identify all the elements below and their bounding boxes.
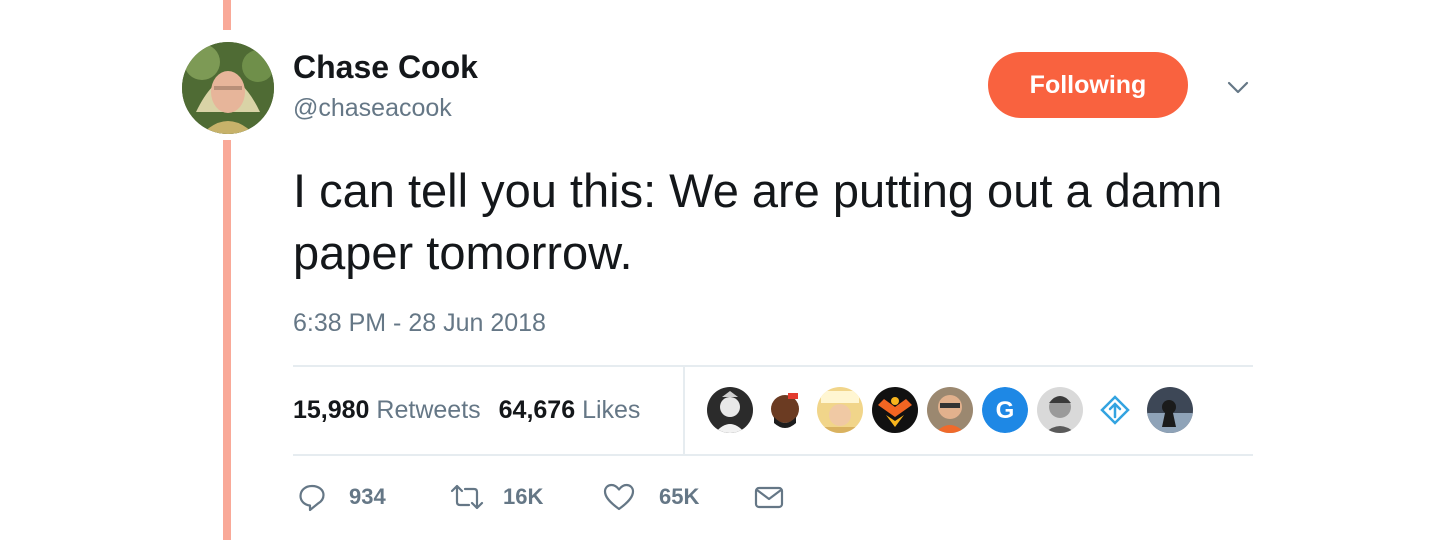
tweet-timestamp[interactable]: 6:38 PM - 28 Jun 2018 [293, 306, 546, 340]
retweet-icon [450, 484, 484, 510]
liker-avatar-4[interactable] [872, 387, 918, 433]
liker-avatar-8[interactable] [1092, 387, 1138, 433]
retweets-count: 15,980 [293, 396, 370, 424]
retweets-stat[interactable]: 15,980 Retweets [293, 392, 481, 428]
retweet-action[interactable]: 16K [449, 482, 543, 512]
liker-avatar-3[interactable] [817, 387, 863, 433]
divider-bottom [293, 454, 1253, 456]
svg-text:G: G [996, 397, 1015, 424]
avatar[interactable] [182, 42, 274, 134]
likes-stat[interactable]: 64,676 Likes [499, 392, 641, 428]
liker-avatar-7[interactable] [1037, 387, 1083, 433]
chevron-down-icon[interactable] [1224, 76, 1252, 100]
reply-icon [299, 484, 325, 512]
liker-avatar-1[interactable] [707, 387, 753, 433]
liker-avatar-2[interactable] [762, 387, 808, 433]
liker-avatar-5[interactable] [927, 387, 973, 433]
following-button[interactable]: Following [988, 52, 1188, 118]
stats-divider [683, 367, 685, 454]
like-action[interactable]: 65K [603, 482, 699, 512]
retweets-label: Retweets [376, 396, 481, 424]
envelope-icon [754, 486, 784, 509]
display-name[interactable]: Chase Cook [293, 47, 478, 87]
heart-icon [603, 483, 635, 511]
liker-avatar-g[interactable]: G [982, 387, 1028, 433]
thread-line-top [223, 0, 231, 30]
user-handle[interactable]: @chaseacook [293, 92, 452, 124]
reply-count: 934 [349, 484, 386, 509]
likers-avatars: G [707, 387, 1193, 433]
likes-count: 64,676 [498, 396, 576, 424]
reply-action[interactable]: 934 [297, 482, 386, 512]
liker-avatar-9[interactable] [1147, 387, 1193, 433]
tweet-text: I can tell you this: We are putting out … [293, 164, 1223, 279]
tweet-stats: 15,980 Retweets 64,676 Likes [293, 392, 640, 428]
likes-label: Likes [582, 396, 641, 424]
like-count: 65K [659, 484, 700, 509]
retweet-count: 16K [503, 484, 544, 509]
divider-top [293, 365, 1253, 367]
thread-line-bottom [223, 140, 231, 540]
direct-message-action[interactable] [753, 482, 785, 512]
